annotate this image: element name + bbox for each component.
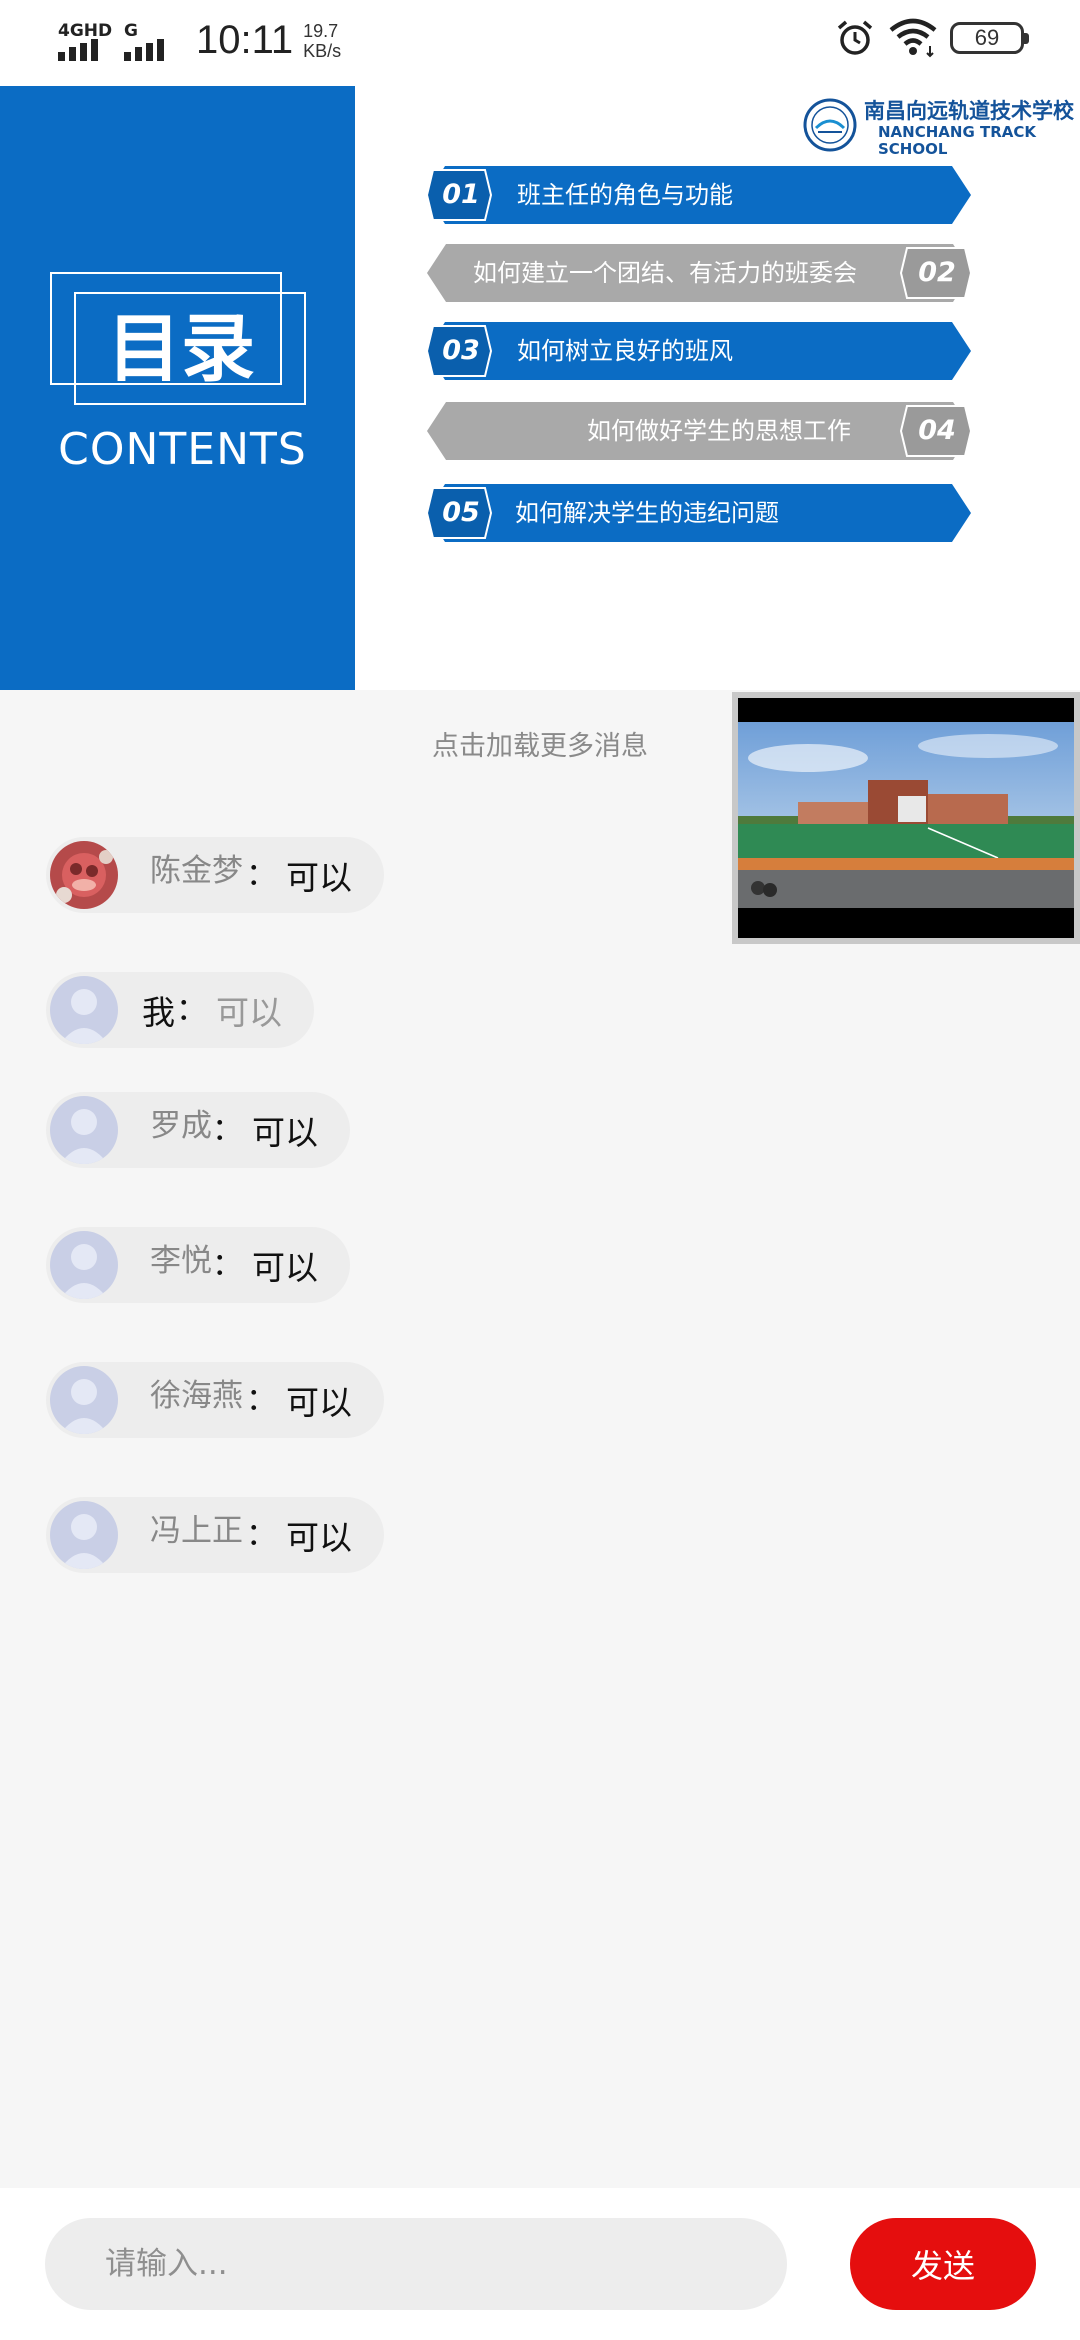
video-frame [738,698,1074,938]
network-speed-value: 19.7 [303,20,339,41]
toc-item-01: 01 班主任的角色与功能 [427,166,971,224]
campus-image [738,698,1074,938]
chat-message: 李悦 ： 可以 [46,1227,350,1303]
school-name-en-1: NANCHANG TRACK [878,123,1036,141]
toc-item-number: 04 [918,415,956,446]
sender-colon: ： [212,1247,243,1283]
toc-item-text: 如何做好学生的思想工作 [587,417,851,445]
toc-item-text: 如何树立良好的班风 [517,337,733,365]
school-name-en-2: SCHOOL [878,140,948,158]
message-text: 可以 [252,1113,318,1152]
toc-item-04: 如何做好学生的思想工作 04 [427,402,971,460]
toc-item-number: 05 [442,497,480,528]
toc-item-number: 01 [442,179,480,210]
message-text: 可以 [286,858,352,897]
default-avatar-icon [50,1096,118,1164]
sender-colon: ： [176,992,207,1028]
chat-message: 冯上正 ： 可以 [46,1497,384,1573]
default-avatar-icon [50,976,118,1044]
school-name: 南昌向远轨道技术学校 NANCHANG TRACK SCHOOL [864,98,1074,158]
sender-colon: ： [246,1382,277,1418]
presentation-slide: 目录 CONTENTS 南昌向远轨道技术学校 NANCHANG TRACK SC… [0,86,1080,690]
sender-name: 罗成 [150,1108,212,1144]
cellular-4g-signal-icon: 4GHD [58,20,113,61]
sender-name: 我 [142,993,175,1032]
battery-level: 69 [974,25,1000,50]
toc-item-text: 如何建立一个团结、有活力的班委会 [473,259,857,287]
avatar[interactable] [50,1231,118,1299]
sender-name: 徐海燕 [150,1378,243,1414]
network-speed-unit: KB/s [303,40,342,61]
avatar[interactable] [50,841,118,909]
slide-title-panel: 目录 CONTENTS [0,86,355,690]
alarm-icon [837,20,873,55]
sender-colon: ： [246,857,277,893]
chat-message: 徐海燕 ： 可以 [46,1362,384,1438]
message-text: 可以 [286,1383,352,1422]
message-text: 可以 [216,993,282,1032]
default-avatar-icon [50,1366,118,1434]
default-avatar-icon [50,1501,118,1569]
chat-message: 罗成 ： 可以 [46,1092,350,1168]
avatar[interactable] [50,976,118,1044]
slide-subtitle: CONTENTS [58,424,307,475]
sender-colon: ： [212,1112,243,1148]
avatar[interactable] [50,1501,118,1569]
toc-item-number: 02 [918,257,956,288]
video-preview[interactable] [732,692,1080,944]
message-text: 可以 [286,1518,352,1557]
avatar[interactable] [50,1096,118,1164]
avatar[interactable] [50,1366,118,1434]
chat-message: 陈金梦 ： 可以 [46,837,384,913]
sender-name: 李悦 [150,1243,212,1279]
school-name-cn: 南昌向远轨道技术学校 [864,99,1074,123]
slide-title: 目录 [107,306,255,392]
message-input-bar: 发送 [0,2188,1080,2340]
wifi-icon [889,18,937,58]
sender-colon: ： [246,1517,277,1553]
school-logo-icon [803,98,857,152]
school-header: 南昌向远轨道技术学校 NANCHANG TRACK SCHOOL [800,98,1074,158]
toc-item-number: 03 [442,335,480,366]
chat-message: 我 ： 可以 [46,972,314,1048]
default-avatar-icon [50,1231,118,1299]
status-right: 69 [836,18,1029,58]
status-left: 4GHD G 10:11 19.7 KB/s [58,18,341,63]
status-bar: 4GHD G 10:11 19.7 KB/s 69 [0,0,1080,86]
battery-indicator: 69 [950,22,1029,54]
toc-item-03: 03 如何树立良好的班风 [427,322,971,380]
message-input[interactable] [45,2218,787,2310]
network-speed: 19.7 KB/s [303,21,341,61]
send-button[interactable]: 发送 [850,2218,1036,2310]
network-g-label: G [124,20,138,41]
toc-item-text: 如何解决学生的违纪问题 [515,499,779,527]
toc-item-text: 班主任的角色与功能 [517,181,733,209]
network-4g-label: 4GHD [58,20,113,41]
status-time: 10:11 [196,18,294,62]
sender-name: 冯上正 [150,1513,243,1549]
toc-item-05: 05 如何解决学生的违纪问题 [427,484,971,542]
sender-name: 陈金梦 [150,853,243,889]
cellular-g-signal-icon: G [124,21,176,61]
toc-item-02: 如何建立一个团结、有活力的班委会 02 [427,244,971,302]
message-text: 可以 [252,1248,318,1287]
